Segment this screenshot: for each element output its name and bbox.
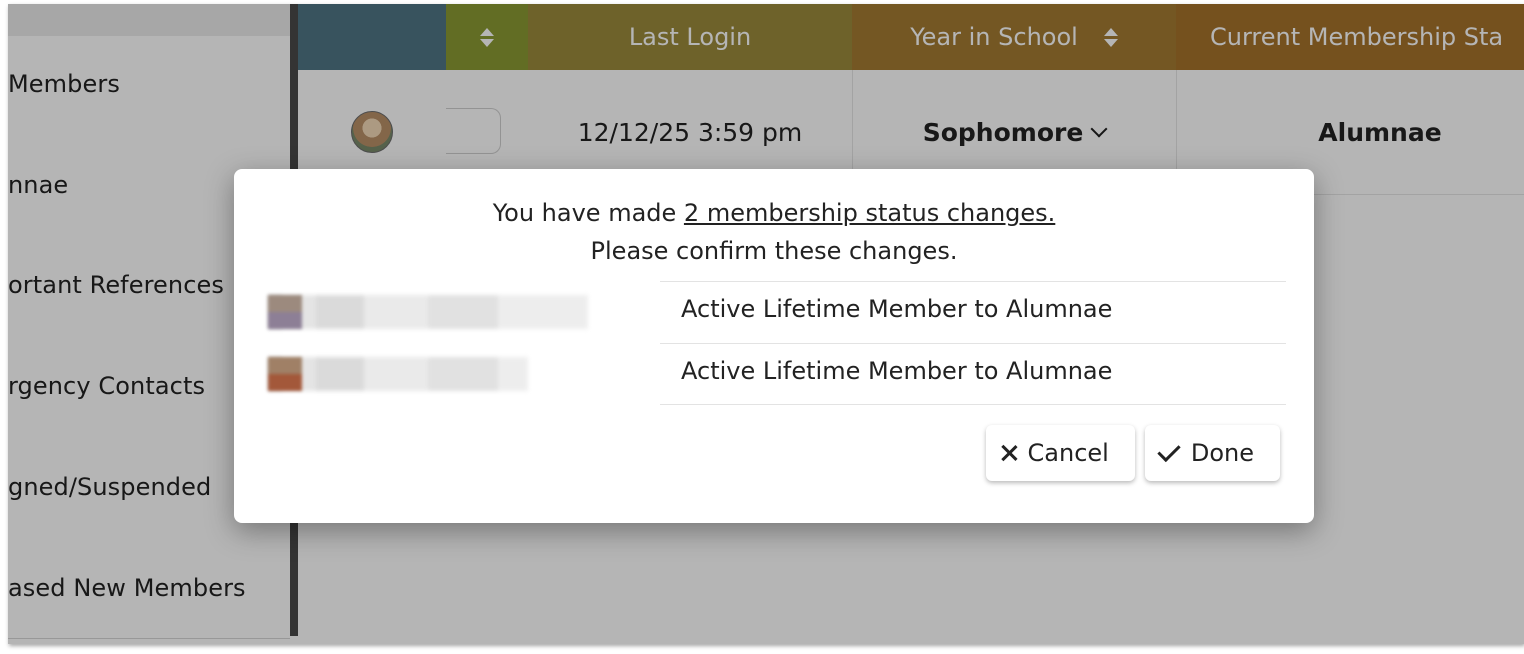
check-icon <box>1157 438 1181 462</box>
dialog-message-prefix: You have made <box>492 199 684 227</box>
confirm-changes-dialog: You have made 2 membership status change… <box>234 169 1314 523</box>
dialog-actions: Cancel Done <box>985 425 1280 481</box>
dialog-subtitle: Please confirm these changes. <box>590 237 958 265</box>
list-item: Active Lifetime Member to Alumnae <box>234 343 1286 405</box>
divider <box>660 281 1286 282</box>
change-description: Active Lifetime Member to Alumnae <box>681 295 1113 323</box>
redacted-member-name <box>268 357 528 391</box>
cancel-button-label: Cancel <box>1027 439 1109 467</box>
app-window: Members nnae ortant References rgency Co… <box>8 4 1524 644</box>
redacted-member-name <box>268 295 588 329</box>
done-button-label: Done <box>1190 439 1254 467</box>
change-description: Active Lifetime Member to Alumnae <box>681 357 1113 385</box>
close-icon <box>1000 444 1018 462</box>
change-list: Active Lifetime Member to Alumnae Active… <box>234 281 1286 405</box>
done-button[interactable]: Done <box>1144 425 1280 481</box>
divider <box>660 343 1286 344</box>
dialog-message: You have made 2 membership status change… <box>234 199 1314 227</box>
divider <box>660 404 1286 405</box>
changes-count-link[interactable]: 2 membership status changes. <box>684 199 1055 227</box>
cancel-button[interactable]: Cancel <box>985 425 1135 481</box>
redacted-avatar <box>268 357 302 391</box>
redacted-avatar <box>268 295 302 329</box>
list-item: Active Lifetime Member to Alumnae <box>234 281 1286 343</box>
